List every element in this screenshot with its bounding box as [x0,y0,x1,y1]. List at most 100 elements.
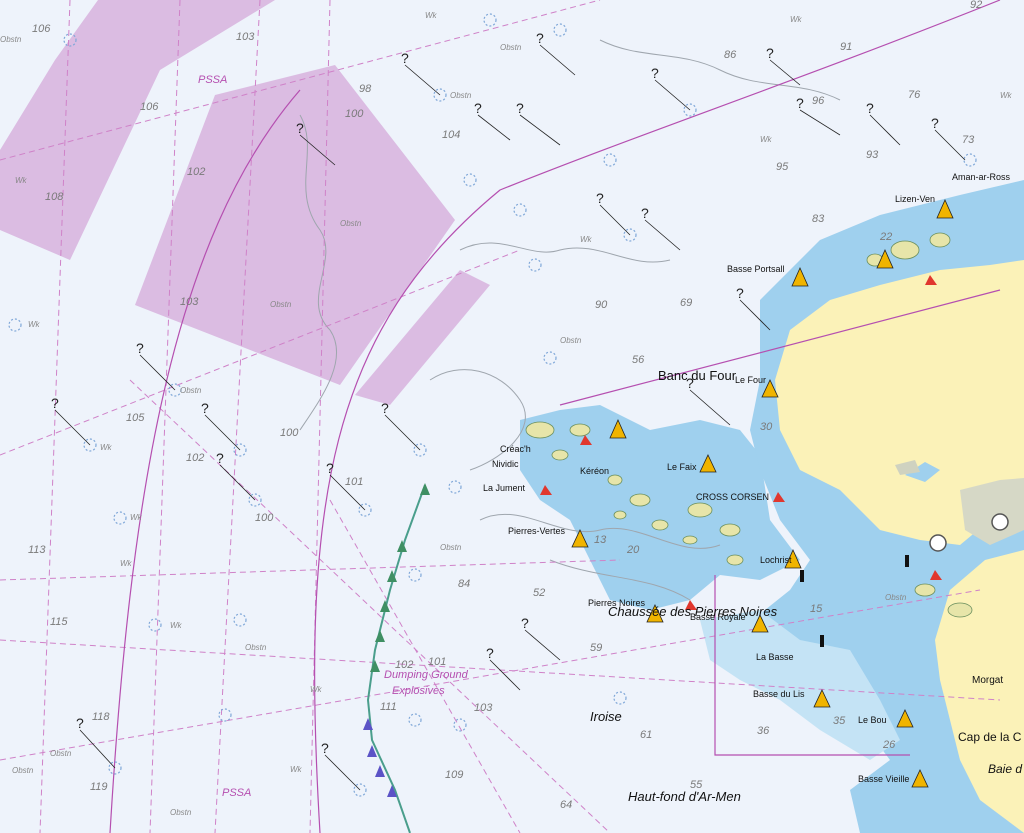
sounding: 102 [186,452,204,464]
obstn-label: Obstn [245,643,267,652]
sounding: 56 [632,354,645,366]
le-bouchon-label: Le Bou [858,715,887,725]
explosives-label: Explosives [392,685,445,697]
sounding: 91 [840,41,852,53]
obstn-label: Obstn [50,749,72,758]
dumping-ground-label: Dumping Ground [384,669,469,681]
sounding: 73 [962,134,975,146]
wk-label: Wk [28,320,41,329]
svg-text:?: ? [474,100,482,116]
svg-text:?: ? [641,205,649,221]
basse-portsall-label: Basse Portsall [727,264,785,274]
obstn-label: Obstn [500,43,522,52]
cross-corsen-label: CROSS CORSEN [696,492,769,502]
baie-label: Baie d [988,762,1022,776]
cap-de-la-chevre-label: Cap de la C [958,730,1022,744]
wk-label: Wk [425,11,438,20]
creac-label: Créac'h [500,444,531,454]
sounding: 30 [760,421,773,433]
sounding: 61 [640,729,652,741]
wk-label: Wk [170,621,183,630]
svg-text:?: ? [136,340,144,356]
svg-text:?: ? [326,460,334,476]
svg-text:?: ? [596,190,604,206]
sounding: 52 [533,587,545,599]
svg-text:?: ? [486,645,494,661]
pierres-noires-label: Pierres Noires [588,598,646,608]
sounding: 35 [833,715,846,727]
wk-label: Wk [760,135,773,144]
sounding: 103 [236,31,255,43]
svg-text:?: ? [321,740,329,756]
sounding: 101 [345,476,363,488]
sounding: 90 [595,299,608,311]
sounding: 111 [380,701,397,713]
sounding: 106 [32,23,51,35]
iroise-label: Iroise [590,709,622,724]
kereon-label: Kéréon [580,466,609,476]
basse-royale-label: Basse Royale [690,612,746,622]
sounding: 36 [757,725,770,737]
sounding: 20 [626,544,640,556]
sounding: 96 [812,95,825,107]
la-jument-label: La Jument [483,483,526,493]
lizen-ven-label: Lizen-Ven [895,194,935,204]
obstn-label: Obstn [560,336,582,345]
obstn-label: Obstn [170,808,192,817]
aman-ar-ross-label: Aman-ar-Ross [952,172,1011,182]
sounding: 100 [280,427,299,439]
svg-text:?: ? [401,50,409,66]
wk-label: Wk [130,513,143,522]
sounding: 101 [428,656,446,668]
sounding: 119 [90,781,108,793]
svg-text:?: ? [201,400,209,416]
svg-text:?: ? [536,30,544,46]
sounding: 98 [359,83,372,95]
svg-text:?: ? [216,450,224,466]
sounding: 59 [590,642,602,654]
wk-label: Wk [1000,91,1013,100]
sounding: 100 [345,108,364,120]
svg-text:?: ? [296,120,304,136]
wk-label: Wk [790,15,803,24]
sounding: 105 [126,412,145,424]
morgat-label: Morgat [972,675,1003,686]
pssa-label: PSSA [222,787,251,799]
obstn-label: Obstn [0,35,22,44]
sounding: 95 [776,161,789,173]
sounding: 102 [187,166,205,178]
wk-label: Wk [100,443,113,452]
svg-text:?: ? [766,45,774,61]
sounding: 106 [140,101,159,113]
sounding: 103 [474,702,493,714]
basse-du-lis-label: Basse du Lis [753,689,805,699]
sounding: 115 [50,616,68,628]
sounding: 109 [445,769,463,781]
le-four-label: Le Four [735,375,766,385]
sounding: 84 [458,578,470,590]
svg-text:?: ? [796,95,804,111]
obstn-label: Obstn [270,300,292,309]
le-faix-label: Le Faix [667,462,697,472]
wk-label: Wk [310,685,323,694]
pierres-vertes-label: Pierres-Vertes [508,526,566,536]
sounding: 108 [45,191,64,203]
sounding: 13 [594,534,607,546]
wk-label: Wk [580,235,593,244]
banc-du-four-label: Banc du Four [658,368,737,383]
sounding: 86 [724,49,737,61]
nautical-chart-map[interactable]: ??? ??? ??? ??? ??? ??? ??? ??? 106 103 … [0,0,1024,833]
svg-text:?: ? [931,115,939,131]
svg-text:?: ? [516,100,524,116]
wk-label: Wk [15,176,28,185]
lochrist-label: Lochrist [760,555,792,565]
sounding: 103 [180,296,199,308]
haut-fond-label: Haut-fond d'Ar-Men [628,789,741,804]
sounding: 93 [866,149,879,161]
obstn-label: Obstn [450,91,472,100]
svg-text:?: ? [736,285,744,301]
svg-text:?: ? [866,100,874,116]
sounding: 69 [680,297,692,309]
obstn-label: Obstn [340,219,362,228]
sounding: 26 [882,739,896,751]
